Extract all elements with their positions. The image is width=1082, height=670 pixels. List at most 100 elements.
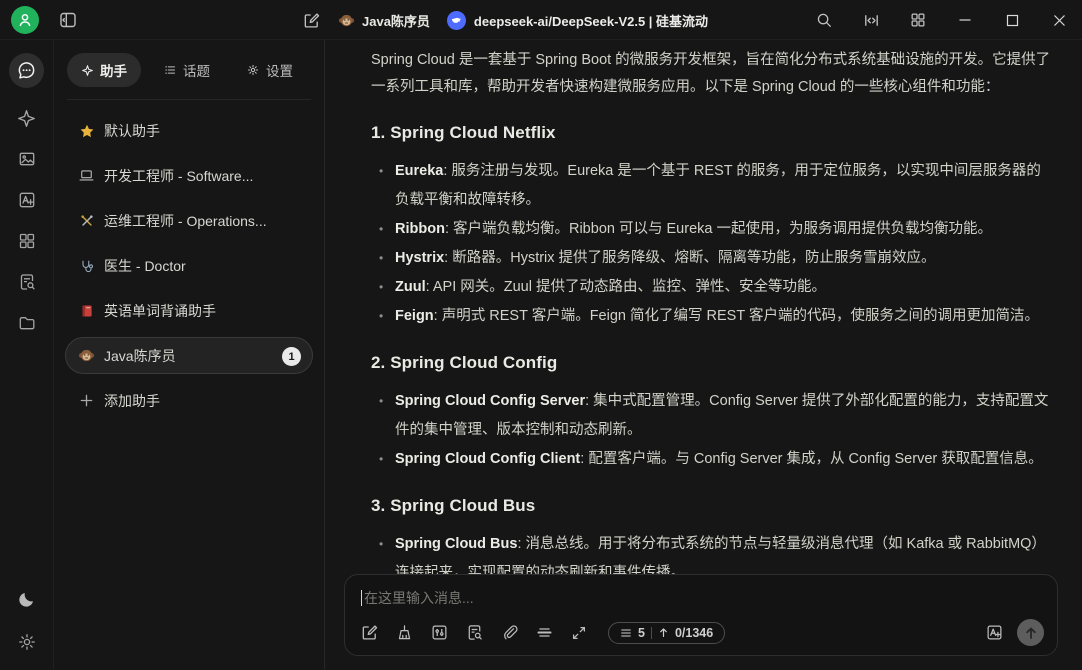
titlebar: Java陈序员 deepseek-ai/DeepSeek-V2.5 | 硅基流动 [0,0,1082,40]
new-topic-button[interactable] [359,623,379,643]
divider [651,627,652,639]
bullet-item: Eureka: 服务注册与发现。Eureka 是一个基于 REST 的服务，用于… [378,157,1052,215]
bullet-term: Feign [395,308,434,324]
clear-messages-button[interactable] [394,623,414,643]
maximize-button[interactable] [1003,11,1021,29]
assistant-tab[interactable]: Java陈序员 [338,11,430,30]
plus-icon [78,392,95,409]
tab-assistants[interactable]: 助手 [67,53,141,87]
assistant-sidebar: 助手 话题 设置 默认助手开发工程师 - Software.. [54,40,325,669]
minimize-button[interactable] [956,11,974,29]
user-avatar[interactable] [11,6,39,34]
translate-icon [17,190,37,210]
section-heading: 2. Spring Cloud Config [371,352,1052,374]
nav-agents[interactable] [16,107,38,129]
nav-knowledge[interactable] [16,271,38,293]
clear-context-button[interactable] [534,623,554,643]
sidebar-item-english[interactable]: 英语单词背诵助手 [65,292,313,329]
sliders-icon [430,623,449,642]
input-placeholder: 在这里输入消息... [364,588,474,608]
nav-translate[interactable] [16,189,38,211]
add-assistant-button[interactable]: 添加助手 [65,382,313,419]
folder-icon [17,313,37,333]
person-icon [17,12,33,28]
list-icon [163,63,177,77]
assistant-label: 英语单词背诵助手 [104,301,216,321]
sparkle-icon [81,64,94,77]
nav-images[interactable] [16,148,38,170]
bullet-item: Spring Cloud Config Client: 配置客户端。与 Conf… [378,445,1052,474]
context-token-counter[interactable]: 5 0/1346 [608,622,725,644]
assistant-label: 默认助手 [104,121,160,141]
file-search-icon [465,623,484,642]
expand-input-button[interactable] [569,623,589,643]
moon-icon [17,589,37,609]
nav-files[interactable] [16,312,38,334]
message-input-card: 在这里输入消息... [344,574,1058,656]
sidebar-item-default[interactable]: 默认助手 [65,112,313,149]
assistant-label: 开发工程师 - Software... [104,166,253,186]
message-sections: 1. Spring Cloud Netflix Eureka: 服务注册与发现。E… [371,122,1052,588]
assistant-list: 默认助手开发工程师 - Software... 运维工程师 - Operation… [65,112,313,374]
sidebar-toggle-icon[interactable] [58,10,78,30]
sidebar-item-doctor[interactable]: 医生 - Doctor [65,247,313,284]
translate-icon [985,623,1004,642]
bullet-term: Spring Cloud Config Server [395,393,585,409]
sparkle-icon [16,108,37,129]
tab-label: 助手 [100,60,127,80]
attachment-button[interactable] [499,623,519,643]
bullet-term: Spring Cloud Config Client [395,451,580,467]
tab-label: 设置 [266,60,293,80]
laptop-icon [78,167,95,184]
settings-button[interactable] [16,631,38,653]
sidebar-item-developer[interactable]: 开发工程师 - Software... [65,157,313,194]
deepseek-logo-icon [447,11,466,30]
unread-badge: 1 [282,347,301,366]
send-button[interactable] [1017,619,1044,646]
message-intro: Spring Cloud 是一套基于 Spring Boot 的微服务开发框架，… [371,47,1052,101]
gear-icon [246,63,260,77]
book-icon [78,302,95,319]
translate-button[interactable] [984,623,1004,643]
new-chat-button[interactable] [301,10,321,30]
divider [67,99,311,100]
paperclip-icon [500,623,519,642]
titlebar-center: Java陈序员 deepseek-ai/DeepSeek-V2.5 | 硅基流动 [301,0,708,40]
nav-chat[interactable] [9,53,44,88]
image-icon [17,149,37,169]
model-settings-button[interactable] [429,623,449,643]
grid-icon [17,231,37,251]
message-input[interactable]: 在这里输入消息... [345,575,1057,608]
sidebar-item-java[interactable]: Java陈序员 1 [65,337,313,374]
bullet-item: Feign: 声明式 REST 客户端。Feign 简化了编写 REST 客户端… [378,302,1052,331]
tab-settings[interactable]: 设置 [232,53,307,87]
star-icon [78,122,95,139]
apps-grid-icon[interactable] [909,11,927,29]
sidebar-item-operations[interactable]: 运维工程师 - Operations... [65,202,313,239]
bullet-term: Zuul [395,279,426,295]
monkey-icon [78,347,95,364]
assistant-tab-label: Java陈序员 [362,11,430,30]
assistant-label: Java陈序员 [104,346,176,366]
sidebar-tabs: 助手 话题 设置 [65,53,313,87]
nav-miniapps[interactable] [16,230,38,252]
model-title: deepseek-ai/DeepSeek-V2.5 | 硅基流动 [474,11,708,30]
section-heading: 3. Spring Cloud Bus [371,495,1052,517]
context-icon [620,627,632,639]
theme-toggle[interactable] [16,588,38,610]
bullet-term: Hystrix [395,250,444,266]
app-window: Java陈序员 deepseek-ai/DeepSeek-V2.5 | 硅基流动 [0,0,1082,670]
bullet-item: Zuul: API 网关。Zuul 提供了动态路由、监控、弹性、安全等功能。 [378,273,1052,302]
search-icon[interactable] [815,11,833,29]
close-button[interactable] [1050,11,1068,29]
bullet-term: Spring Cloud Bus [395,536,517,552]
section-heading: 1. Spring Cloud Netflix [371,122,1052,144]
bullet-term: Ribbon [395,221,445,237]
chat-bubble-icon [16,60,37,81]
tab-topics[interactable]: 话题 [149,53,224,87]
knowledge-base-button[interactable] [464,623,484,643]
model-selector[interactable]: deepseek-ai/DeepSeek-V2.5 | 硅基流动 [447,11,708,30]
expand-icon [570,624,588,642]
bullet-item: Spring Cloud Config Server: 集中式配置管理。Conf… [378,387,1052,445]
fit-width-icon[interactable] [862,11,880,29]
